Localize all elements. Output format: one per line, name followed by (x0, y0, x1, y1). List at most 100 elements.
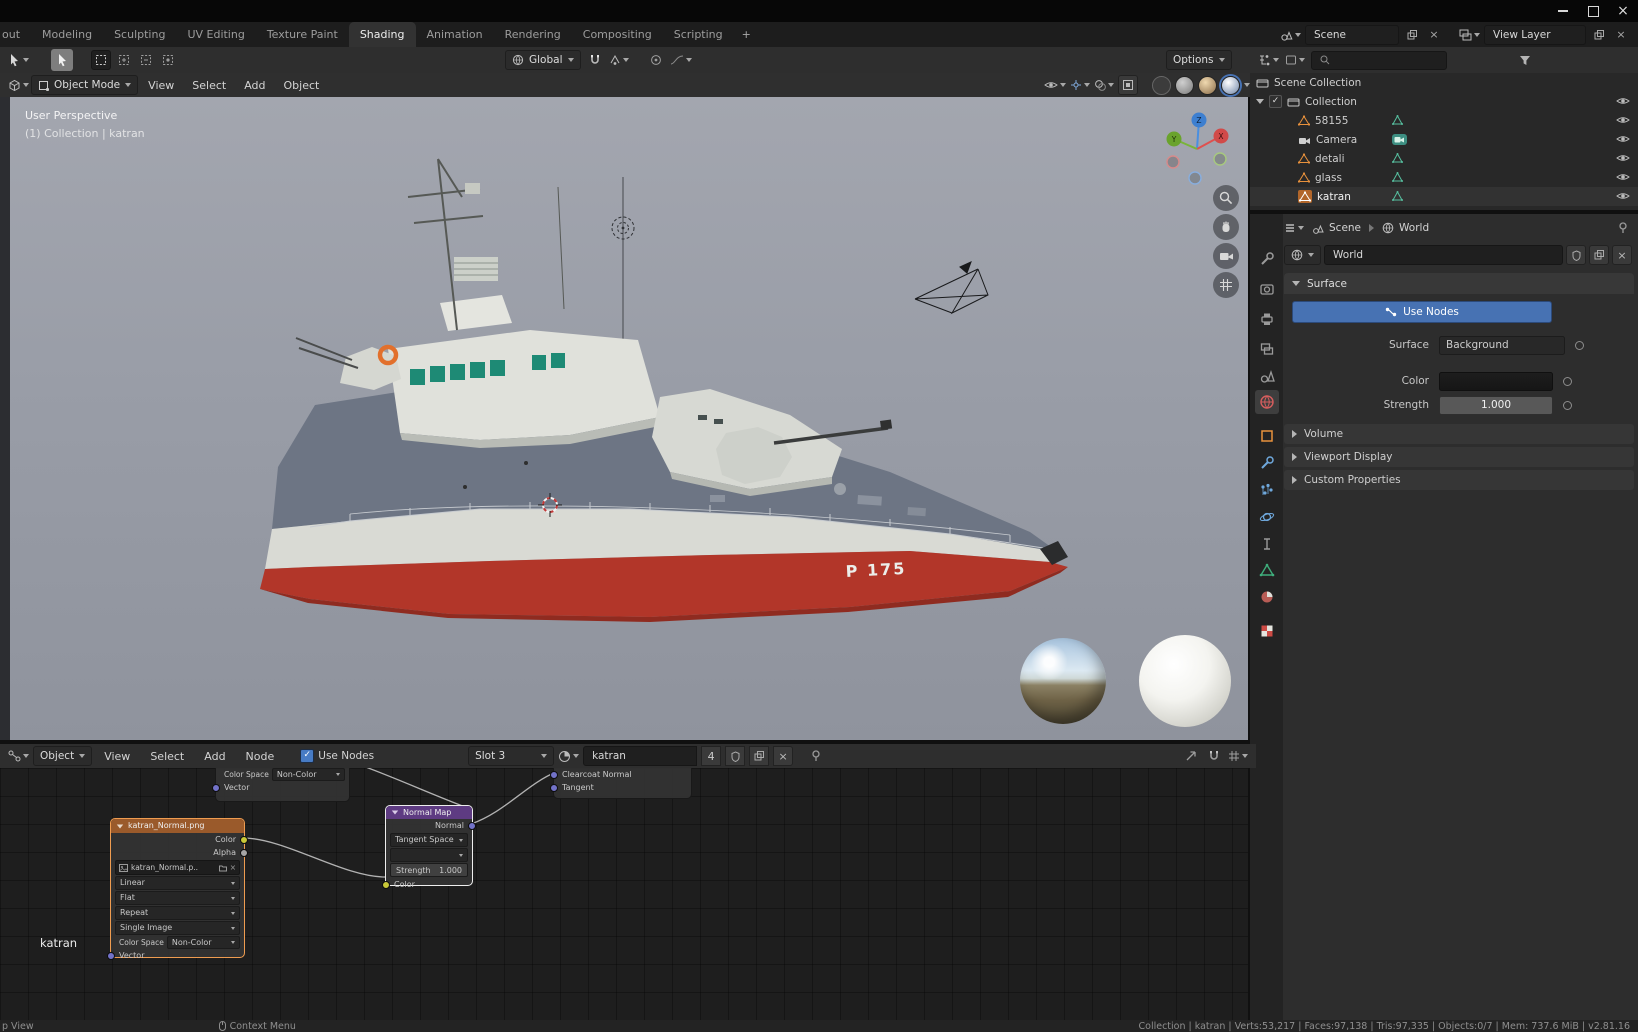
animate-dot-icon[interactable] (1563, 376, 1572, 386)
strength-number-field[interactable]: Strength 1.000 (390, 863, 468, 877)
alpha-output-socket[interactable] (240, 848, 248, 857)
surface-panel-header[interactable]: Surface (1284, 273, 1634, 294)
scene-copy-button[interactable] (1403, 26, 1421, 44)
menu-add[interactable]: Add (236, 79, 273, 92)
properties-tab-scene[interactable] (1255, 364, 1279, 388)
viewport-display-panel-header[interactable]: Viewport Display (1284, 447, 1634, 467)
new-world-button[interactable] (1589, 245, 1609, 265)
scene-browse-button[interactable] (1280, 26, 1301, 44)
properties-tab-render[interactable] (1255, 277, 1279, 301)
workspace-tab-compositing[interactable]: Compositing (572, 22, 663, 47)
proportional-edit-button[interactable] (647, 51, 665, 69)
eye-icon[interactable] (1616, 134, 1630, 147)
eye-icon[interactable] (1616, 115, 1630, 128)
workspace-tab-sculpting[interactable]: Sculpting (103, 22, 176, 47)
axis-minus-y-ball[interactable] (1213, 152, 1227, 166)
properties-tab-world[interactable] (1255, 390, 1279, 414)
source-dropdown[interactable]: Single Image (115, 921, 240, 935)
color-swatch[interactable] (1439, 371, 1553, 391)
properties-tab-tool[interactable] (1255, 247, 1279, 271)
shader-editor-type-dropdown[interactable] (8, 747, 29, 765)
scene-name-field[interactable]: Scene (1305, 24, 1399, 45)
properties-tab-object-data[interactable] (1255, 558, 1279, 582)
image-unlink-icon[interactable]: × (230, 863, 236, 872)
animate-dot-icon[interactable] (1575, 340, 1584, 350)
material-fake-user-button[interactable] (725, 746, 746, 766)
node-image-texture-partial[interactable]: Color Space Non-Color Vector (212, 768, 350, 802)
viewport-render-area[interactable]: P 175 User Perspective (1) Collection | … (10, 97, 1248, 740)
material-name-field[interactable]: katran (583, 746, 698, 766)
world-name-field[interactable]: World (1324, 245, 1563, 265)
workspace-tab-layout[interactable]: out (0, 22, 31, 47)
outliner-row-scene-collection[interactable]: Scene Collection (1250, 73, 1638, 92)
collapse-icon[interactable] (116, 824, 124, 828)
select-mode-new-button[interactable] (91, 50, 111, 70)
add-workspace-button[interactable]: + (734, 22, 759, 47)
xray-toggle-button[interactable] (1118, 75, 1138, 95)
zoom-button[interactable] (1213, 185, 1239, 211)
properties-tab-physics[interactable] (1255, 505, 1279, 529)
mesh-data-icon[interactable] (1392, 152, 1403, 166)
image-datablock-row[interactable]: katran_Normal.p.. × (115, 860, 240, 875)
outliner-display-mode-dropdown[interactable] (1285, 51, 1305, 69)
eye-icon[interactable] (1616, 172, 1630, 185)
mode-dropdown[interactable]: Object Mode (31, 75, 139, 95)
select-mode-extend-button[interactable] (115, 51, 133, 69)
collection-checkbox[interactable] (1269, 95, 1282, 108)
eye-icon[interactable] (1616, 153, 1630, 166)
workspace-tab-modeling[interactable]: Modeling (31, 22, 103, 47)
menu-view[interactable]: View (140, 79, 182, 92)
uvmap-dropdown[interactable] (390, 848, 468, 862)
material-unlink-button[interactable]: × (773, 746, 794, 766)
space-dropdown[interactable]: Tangent Space (390, 833, 468, 847)
shader-menu-add[interactable]: Add (196, 750, 233, 763)
visibility-dropdown[interactable] (1044, 76, 1066, 94)
pin-id-button[interactable] (1614, 219, 1632, 237)
select-mode-invert-button[interactable] (159, 51, 177, 69)
view-layer-remove-button[interactable]: × (1612, 26, 1630, 44)
browse-material-dropdown[interactable] (558, 747, 580, 765)
properties-tab-modifiers[interactable] (1255, 451, 1279, 475)
workspace-tab-shading[interactable]: Shading (348, 22, 416, 47)
shading-rendered-button[interactable] (1221, 75, 1240, 95)
clearcoat-normal-socket[interactable] (550, 770, 558, 779)
overlays-dropdown[interactable] (1094, 76, 1114, 94)
shader-menu-view[interactable]: View (96, 750, 138, 763)
active-tool-selector[interactable] (8, 51, 29, 69)
interpolation-dropdown[interactable]: Linear (115, 876, 240, 890)
browse-world-dropdown[interactable] (1284, 245, 1321, 265)
properties-tab-constraints[interactable] (1255, 532, 1279, 556)
projection-dropdown[interactable]: Flat (115, 891, 240, 905)
vector-socket[interactable] (212, 783, 220, 792)
camera-object[interactable] (914, 261, 989, 315)
shading-wireframe-button[interactable] (1152, 75, 1171, 95)
node-snap-button[interactable] (1205, 747, 1223, 765)
outliner-row-detali[interactable]: detali (1250, 149, 1638, 168)
breadcrumb-world[interactable]: World (1382, 222, 1429, 234)
expand-collection-icon[interactable] (1256, 99, 1264, 104)
material-users-button[interactable]: 4 (701, 746, 722, 766)
shader-menu-select[interactable]: Select (142, 750, 192, 763)
viewport-editor-type-dropdown[interactable] (8, 76, 29, 94)
outliner-filter-button[interactable] (1516, 51, 1534, 69)
outliner-row-katran[interactable]: katran (1250, 187, 1638, 206)
menu-object[interactable]: Object (276, 79, 328, 92)
viewport-canvas[interactable]: P 175 User Perspective (1) Collection | … (0, 97, 1248, 740)
view-layer-copy-button[interactable] (1590, 26, 1608, 44)
workspace-tab-texturepaint[interactable]: Texture Paint (256, 22, 349, 47)
pin-material-button[interactable] (807, 747, 825, 765)
fake-user-button[interactable] (1566, 245, 1586, 265)
color-space-dropdown[interactable]: Non-Color (166, 936, 240, 949)
material-copy-button[interactable] (749, 746, 770, 766)
outliner-row-glass[interactable]: glass (1250, 168, 1638, 187)
outliner-row-camera[interactable]: Camera (1250, 130, 1638, 149)
animate-dot-icon[interactable] (1563, 400, 1572, 410)
navigation-gizmo[interactable]: Z X Y (1155, 105, 1239, 189)
scene-unlink-button[interactable]: × (1425, 26, 1443, 44)
properties-tab-material[interactable] (1255, 585, 1279, 609)
axis-minus-z-ball[interactable] (1188, 171, 1202, 185)
extension-dropdown[interactable]: Repeat (115, 906, 240, 920)
normal-output-socket[interactable] (468, 821, 476, 830)
use-nodes-button[interactable]: Use Nodes (1292, 300, 1552, 323)
node-snap-mode-dropdown[interactable] (1228, 747, 1248, 765)
